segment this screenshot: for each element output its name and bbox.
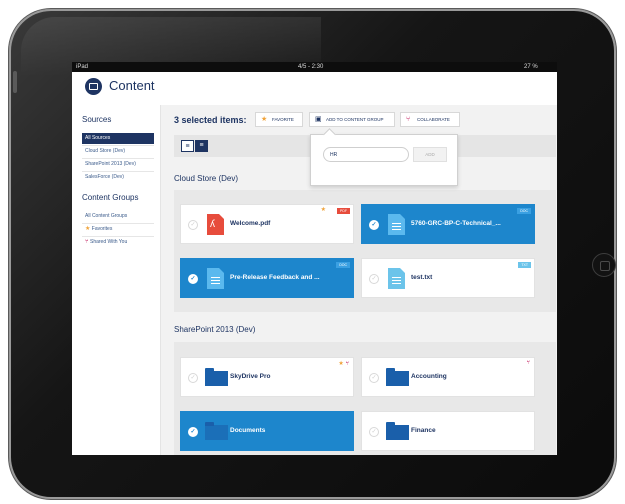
file-type-badge: TXT [518,262,531,268]
collaborate-icon: ⑂ [345,361,349,367]
home-button-icon [600,261,610,271]
select-checkbox[interactable]: ✓ [188,220,198,230]
document-lines [392,277,401,278]
sidebar-item-all-sources[interactable]: All Sources [82,133,154,144]
pdf-glyph: ʎ [210,219,215,230]
pdf-file-icon: ʎ [207,214,224,235]
collaborate-icon: ⑂ [406,116,411,123]
select-checkbox[interactable]: ✓ [188,373,198,383]
sidebar-item-label: Shared With You [90,239,128,245]
file-name: 5760-GRC-BP-C-Technical_... [411,220,501,227]
content-groups-heading: Content Groups [82,193,139,202]
page-fold [219,214,224,219]
favorite-star-icon: ★ [338,361,344,367]
collaborate-button-label: COLLABORATE [417,117,450,122]
page-fold [219,268,224,273]
page-fold [400,214,405,219]
folder-card-accounting[interactable]: ✓ Accounting ⑂ [361,357,535,397]
sources-heading: Sources [82,115,112,124]
device-side-switch [13,71,17,93]
folder-icon [205,368,228,386]
app-header: Content [72,72,557,105]
file-name: Pre-Release Feedback and ... [230,274,320,281]
file-type-badge: DOC [517,208,531,214]
document-file-icon [207,268,224,289]
file-card-test-txt[interactable]: ✓ test.txt TXT [361,258,535,298]
file-card-welcome-pdf[interactable]: ✓ ʎ Welcome.pdf ★ PDF [180,204,354,244]
app-title: Content [109,78,155,93]
sidebar: Sources All Sources Cloud Store (Dev) Sh… [72,105,161,455]
folder-badges: ⑂ [526,360,530,366]
file-name: Welcome.pdf [230,220,271,227]
status-time: 4/5 - 2:30 [298,64,324,70]
select-checkbox[interactable]: ✓ [369,220,379,230]
grid-view-icon[interactable]: ≡ [181,140,194,152]
page-fold [400,268,405,273]
file-card-pre-release-feedback[interactable]: ✓ Pre-Release Feedback and ... DOC [180,258,354,298]
sidebar-item-salesforce[interactable]: SalesForce (Dev) [82,172,154,183]
folder-name: Accounting [411,373,447,380]
select-checkbox[interactable]: ✓ [369,274,379,284]
cloud-store-panel: ✓ ʎ Welcome.pdf ★ PDF ✓ 5760-GRC-BP-C-Te… [174,190,556,312]
sharepoint-panel: ✓ SkyDrive Pro ★ ⑂ ✓ Accounting ⑂ ✓ Docu… [174,342,556,455]
folder-card-documents[interactable]: ✓ Documents [180,411,354,451]
status-device: iPad [76,64,89,70]
collaborate-button[interactable]: ⑂ COLLABORATE [400,112,460,127]
folder-name: Finance [411,427,436,434]
sidebar-item-cloud-store[interactable]: Cloud Store (Dev) [82,146,154,157]
collaborate-icon: ⑂ [85,239,89,245]
file-card-technical-doc[interactable]: ✓ 5760-GRC-BP-C-Technical_... DOC [361,204,535,244]
add-to-content-group-label: ADD TO CONTENT GROUP [326,117,384,122]
status-battery: 27 % [524,64,538,70]
sidebar-item-favorites[interactable]: ★ Favorites [82,224,154,235]
file-name: test.txt [411,274,433,281]
collaborate-icon: ⑂ [526,360,530,366]
document-file-icon [388,214,405,235]
folder-card-skydrive-pro[interactable]: ✓ SkyDrive Pro ★ ⑂ [180,357,354,397]
star-icon: ★ [261,116,268,123]
folder-card-finance[interactable]: ✓ Finance [361,411,535,451]
list-view-icon[interactable]: ≡ [195,140,208,152]
sidebar-item-all-content-groups[interactable]: All Content Groups [82,211,154,222]
favorite-star-icon: ★ [320,207,326,213]
select-checkbox[interactable]: ✓ [369,427,379,437]
favorite-button[interactable]: ★ FAVORITE [255,112,303,127]
star-icon: ★ [85,226,91,232]
folder-icon [205,422,228,440]
select-checkbox[interactable]: ✓ [369,373,379,383]
sidebar-item-label: Favorites [91,226,113,232]
add-to-content-group-button[interactable]: ▣ ADD TO CONTENT GROUP [309,112,395,127]
text-file-icon [388,268,405,289]
folder-name: Documents [230,427,266,434]
selection-count: 3 selected items: [174,115,247,125]
add-to-group-popover: ADD [310,134,458,186]
sidebar-item-shared-with-you[interactable]: ⑂ Shared With You [82,237,154,248]
folder-name: SkyDrive Pro [230,373,271,380]
file-type-badge: DOC [336,262,350,268]
content-box-icon [85,78,102,95]
folder-badges: ★ ⑂ [338,360,349,367]
file-type-badge: PDF [337,208,350,214]
document-lines [211,277,220,278]
content-box-icon: ▣ [315,116,322,123]
select-checkbox[interactable]: ✓ [188,274,198,284]
sidebar-item-sharepoint[interactable]: SharePoint 2013 (Dev) [82,159,154,170]
status-bar: iPad 4/5 - 2:30 27 % [72,62,557,72]
group-name-input[interactable] [323,147,409,162]
screen: iPad 4/5 - 2:30 27 % Content Sources All… [72,62,557,455]
folder-icon [386,368,409,386]
folder-icon [386,422,409,440]
add-button[interactable]: ADD [413,147,447,162]
select-checkbox[interactable]: ✓ [188,427,198,437]
section-title-cloud-store: Cloud Store (Dev) [174,174,239,183]
home-button[interactable] [592,253,616,277]
section-title-sharepoint: SharePoint 2013 (Dev) [174,325,256,334]
document-lines [392,223,401,224]
favorite-button-label: FAVORITE [272,117,294,122]
